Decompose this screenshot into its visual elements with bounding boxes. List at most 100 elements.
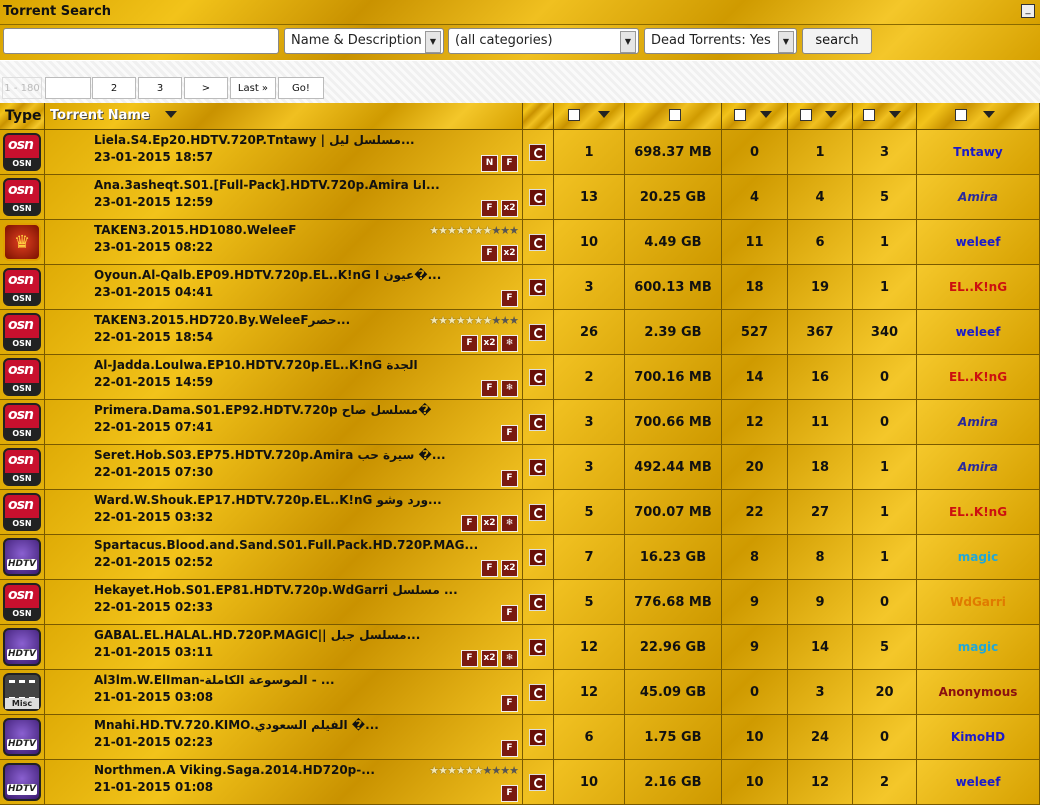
torrent-name-link[interactable]: TAKEN3.2015.HD1080.WeleeF bbox=[94, 223, 296, 237]
uploader-link[interactable]: EL..K!nG bbox=[917, 280, 1039, 294]
table-row[interactable]: HDTV Mnahi.HD.TV.720.KIMO.الفيلم السعودي … bbox=[0, 715, 1040, 760]
sort-icon[interactable] bbox=[825, 111, 837, 118]
uploader-link[interactable]: EL..K!nG bbox=[917, 505, 1039, 519]
torrent-name-link[interactable]: GABAL.EL.HALAL.HD.720P.MAGIC|| مسلسل جبل… bbox=[94, 628, 420, 642]
torrent-name-link[interactable]: Northmen.A Viking.Saga.2014.HD720p-... bbox=[94, 763, 375, 777]
download-icon[interactable] bbox=[529, 549, 546, 566]
osn-category-icon[interactable]: osn OSN bbox=[3, 493, 41, 531]
torrent-name-link[interactable]: Spartacus.Blood.and.Sand.S01.Full.Pack.H… bbox=[94, 538, 478, 552]
col-header-uploader[interactable] bbox=[917, 103, 1040, 130]
uploader-link[interactable]: Amira bbox=[917, 460, 1039, 474]
table-row[interactable]: osn OSN TAKEN3.2015.HD720.By.WeleeFحصر... 2… bbox=[0, 310, 1040, 355]
download-icon[interactable] bbox=[529, 144, 546, 161]
uploader-link[interactable]: weleef bbox=[917, 325, 1039, 339]
col-header-type[interactable]: Type bbox=[0, 103, 45, 130]
osn-category-icon[interactable]: osn OSN bbox=[3, 583, 41, 621]
table-row[interactable]: osn OSN Primera.Dama.S01.EP92.HDTV.720p مس… bbox=[0, 400, 1040, 445]
misc-category-icon[interactable]: Misc bbox=[3, 673, 41, 711]
category-select[interactable]: (all categories) ▼ bbox=[448, 28, 639, 54]
table-row[interactable]: HDTV Spartacus.Blood.and.Sand.S01.Full.Pa… bbox=[0, 535, 1040, 580]
next-page-link[interactable]: > bbox=[184, 77, 228, 99]
torrent-name-link[interactable]: Mnahi.HD.TV.720.KIMO.الفيلم السعودي �... bbox=[94, 718, 379, 732]
torrent-name-link[interactable]: Al-Jadda.Loulwa.EP10.HDTV.720p.EL..K!nG … bbox=[94, 358, 418, 372]
col-header-comments[interactable] bbox=[722, 103, 788, 130]
uploader-link[interactable]: WdGarri bbox=[917, 595, 1039, 609]
torrent-name-link[interactable]: Hekayet.Hob.S01.EP81.HDTV.720p.WdGarri م… bbox=[94, 583, 458, 597]
osn-category-icon[interactable]: osn OSN bbox=[3, 178, 41, 216]
col-header-name[interactable]: Torrent Name bbox=[45, 103, 523, 130]
torrent-name-link[interactable]: Al3lm.W.ElIman-الموسوعة الكاملة - ... bbox=[94, 673, 335, 687]
torrent-name-link[interactable]: Primera.Dama.S01.EP92.HDTV.720p مسلسل صا… bbox=[94, 403, 431, 417]
table-row[interactable]: HDTV Northmen.A Viking.Saga.2014.HD720p-.… bbox=[0, 760, 1040, 805]
uploader-link[interactable]: Amira bbox=[917, 415, 1039, 429]
page-3-link[interactable]: 3 bbox=[138, 77, 182, 99]
sort-icon[interactable] bbox=[889, 111, 901, 118]
download-icon[interactable] bbox=[529, 369, 546, 386]
download-icon[interactable] bbox=[529, 504, 546, 521]
dead-torrents-select[interactable]: Dead Torrents: Yes ▼ bbox=[644, 28, 797, 54]
torrent-name-link[interactable]: Oyoun.Al-Qalb.EP09.HDTV.720p.EL..K!nG عي… bbox=[94, 268, 441, 282]
torrent-name-link[interactable]: Liela.S4.Ep20.HDTV.720P.Tntawy | مسلسل ل… bbox=[94, 133, 415, 147]
download-icon[interactable] bbox=[529, 684, 546, 701]
sort-icon[interactable] bbox=[983, 111, 995, 118]
uploader-link[interactable]: weleef bbox=[917, 775, 1039, 789]
col-header-files[interactable] bbox=[554, 103, 625, 130]
minimize-button[interactable]: _ bbox=[1021, 4, 1035, 18]
uploader-link[interactable]: Tntawy bbox=[917, 145, 1039, 159]
download-icon[interactable] bbox=[529, 459, 546, 476]
field-select[interactable]: Name & Description ▼ bbox=[284, 28, 444, 54]
uploader-link[interactable]: magic bbox=[917, 640, 1039, 654]
download-icon[interactable] bbox=[529, 639, 546, 656]
download-icon[interactable] bbox=[529, 414, 546, 431]
uploader-link[interactable]: EL..K!nG bbox=[917, 370, 1039, 384]
hdtv-category-icon[interactable]: HDTV bbox=[3, 538, 41, 576]
osn-category-icon[interactable]: osn OSN bbox=[3, 268, 41, 306]
sort-icon[interactable] bbox=[598, 111, 610, 118]
table-row[interactable]: osn OSN Oyoun.Al-Qalb.EP09.HDTV.720p.EL..K… bbox=[0, 265, 1040, 310]
sort-icon[interactable] bbox=[165, 111, 177, 118]
table-row[interactable]: osn OSN Al-Jadda.Loulwa.EP10.HDTV.720p.EL.… bbox=[0, 355, 1040, 400]
page-current[interactable] bbox=[45, 77, 91, 99]
col-header-seeders[interactable] bbox=[788, 103, 853, 130]
torrent-name-link[interactable]: Ana.3asheqt.S01.[Full-Pack].HDTV.720p.Am… bbox=[94, 178, 440, 192]
uploader-link[interactable]: Anonymous bbox=[917, 685, 1039, 699]
download-icon[interactable] bbox=[529, 234, 546, 251]
table-row[interactable]: ♛ TAKEN3.2015.HD1080.WeleeF 23-01-2015 08:… bbox=[0, 220, 1040, 265]
table-row[interactable]: osn OSN Liela.S4.Ep20.HDTV.720P.Tntawy | م… bbox=[0, 130, 1040, 175]
osn-category-icon[interactable]: osn OSN bbox=[3, 403, 41, 441]
search-input[interactable] bbox=[3, 28, 279, 54]
hdtv-category-icon[interactable]: HDTV bbox=[3, 628, 41, 666]
download-icon[interactable] bbox=[529, 189, 546, 206]
table-row[interactable]: osn OSN Seret.Hob.S03.EP75.HDTV.720p.Amira… bbox=[0, 445, 1040, 490]
download-icon[interactable] bbox=[529, 774, 546, 791]
download-icon[interactable] bbox=[529, 279, 546, 296]
search-button[interactable]: search bbox=[802, 28, 872, 54]
table-row[interactable]: HDTV GABAL.EL.HALAL.HD.720P.MAGIC|| مسلسل… bbox=[0, 625, 1040, 670]
col-header-size[interactable] bbox=[625, 103, 722, 130]
table-row[interactable]: osn OSN Ward.W.Shouk.EP17.HDTV.720p.EL..K!… bbox=[0, 490, 1040, 535]
go-button[interactable]: Go! bbox=[278, 77, 324, 99]
last-page-link[interactable]: Last » bbox=[230, 77, 276, 99]
download-icon[interactable] bbox=[529, 594, 546, 611]
torrent-name-link[interactable]: Seret.Hob.S03.EP75.HDTV.720p.Amira سيرة … bbox=[94, 448, 446, 462]
hdtv-category-icon[interactable]: HDTV bbox=[3, 763, 41, 801]
page-2-link[interactable]: 2 bbox=[92, 77, 136, 99]
hdtv-category-icon[interactable]: HDTV bbox=[3, 718, 41, 756]
osn-category-icon[interactable]: osn OSN bbox=[3, 133, 41, 171]
osn-category-icon[interactable]: osn OSN bbox=[3, 448, 41, 486]
osn-category-icon[interactable]: osn OSN bbox=[3, 313, 41, 351]
table-row[interactable]: osn OSN Ana.3asheqt.S01.[Full-Pack].HDTV.7… bbox=[0, 175, 1040, 220]
sort-icon[interactable] bbox=[760, 111, 772, 118]
download-icon[interactable] bbox=[529, 324, 546, 341]
download-icon[interactable] bbox=[529, 729, 546, 746]
osn-category-icon[interactable]: osn OSN bbox=[3, 358, 41, 396]
torrent-name-link[interactable]: Ward.W.Shouk.EP17.HDTV.720p.EL..K!nG ورد… bbox=[94, 493, 442, 507]
col-header-leechers[interactable] bbox=[853, 103, 917, 130]
crest-category-icon[interactable]: ♛ bbox=[3, 223, 41, 261]
uploader-link[interactable]: weleef bbox=[917, 235, 1039, 249]
table-row[interactable]: osn OSN Hekayet.Hob.S01.EP81.HDTV.720p.WdG… bbox=[0, 580, 1040, 625]
torrent-name-link[interactable]: TAKEN3.2015.HD720.By.WeleeFحصر... bbox=[94, 313, 350, 327]
uploader-link[interactable]: Amira bbox=[917, 190, 1039, 204]
table-row[interactable]: Misc Al3lm.W.ElIman-الموسوعة الكاملة - ..… bbox=[0, 670, 1040, 715]
uploader-link[interactable]: KimoHD bbox=[917, 730, 1039, 744]
